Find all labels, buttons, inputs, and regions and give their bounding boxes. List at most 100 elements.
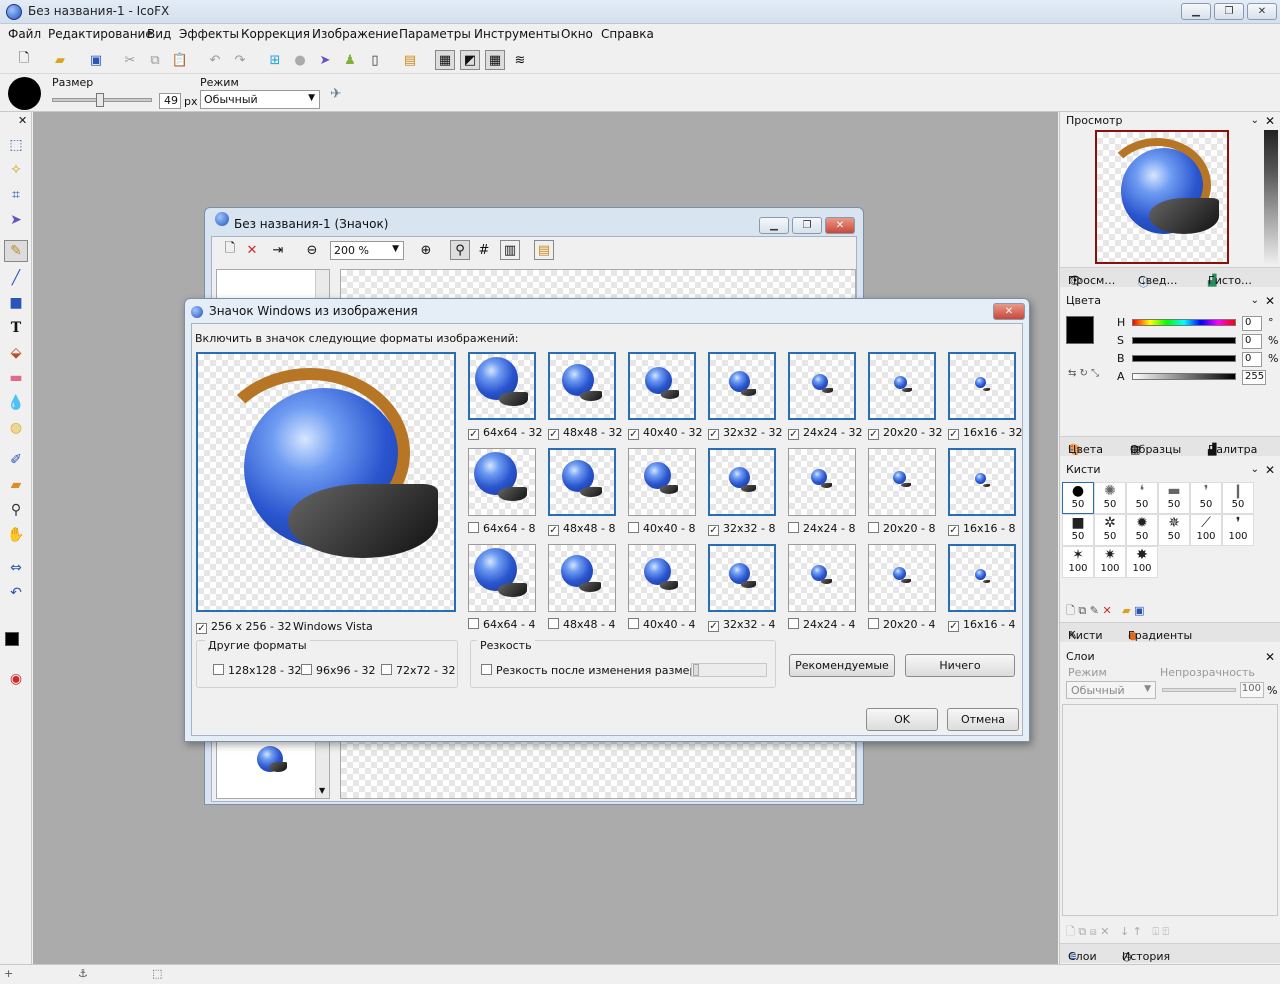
chevron-down-icon[interactable]: ⌄ — [1251, 461, 1259, 479]
format-72-checkbox[interactable]: 72x72 - 32 — [381, 664, 455, 677]
copy-icon[interactable]: ⧉ — [145, 50, 165, 70]
format-thumb[interactable] — [628, 544, 696, 612]
undo-tool-icon[interactable]: ↶ — [4, 582, 28, 604]
format-checkbox[interactable]: ✓ 16x16 - 32 — [948, 426, 1022, 440]
move-down-icon[interactable]: ↓ — [1120, 925, 1129, 938]
close-icon[interactable]: ✕ — [1265, 461, 1275, 479]
size-input[interactable]: 49 — [159, 93, 181, 109]
merge-layer-icon[interactable]: ⧈ — [1090, 925, 1097, 938]
bg-color-icon[interactable]: ◩ — [460, 50, 480, 70]
brush-cell[interactable]: ✸ 100 — [1126, 546, 1158, 578]
preview-bg-strip[interactable] — [1264, 130, 1278, 264]
menu-file[interactable]: Файл — [8, 27, 41, 41]
grid-toggle-icon[interactable]: # — [474, 240, 494, 260]
open-brush-icon[interactable]: ▰ — [1122, 604, 1130, 617]
new-layer-icon[interactable]: 🗋 — [1066, 925, 1075, 938]
format-checkbox[interactable]: ✓ 32x32 - 4 — [708, 618, 775, 632]
zoom-tool-icon[interactable]: ⚲ — [450, 240, 470, 260]
layers-list[interactable] — [1062, 704, 1278, 916]
brush-cell[interactable]: ● 50 — [1062, 482, 1094, 514]
export-layer-icon[interactable]: ⍐ — [1162, 925, 1169, 938]
zoom-select[interactable]: 200 % ▼ — [330, 241, 404, 260]
format-thumb[interactable] — [468, 352, 536, 420]
flip-icon[interactable]: ⇔ — [4, 557, 28, 579]
minimize-button[interactable]: ▁ — [1181, 3, 1211, 20]
maximize-button[interactable]: ❐ — [1214, 3, 1244, 20]
blur-icon[interactable]: 💧 — [4, 392, 28, 414]
format-checkbox[interactable]: ✓ 16x16 - 8 — [948, 522, 1015, 536]
primary-color-swatch[interactable] — [1066, 316, 1094, 344]
layers-mode-select[interactable]: Обычный ▼ — [1066, 681, 1156, 699]
import-icon[interactable]: ⍗ — [1152, 925, 1159, 938]
format-thumb[interactable] — [628, 448, 696, 516]
menu-correction[interactable]: Коррекция — [241, 27, 310, 41]
image-settings-icon[interactable]: ▤ — [534, 240, 554, 260]
format-checkbox[interactable]: 48x48 - 4 — [548, 618, 615, 631]
size-slider-thumb[interactable] — [96, 93, 104, 107]
redo-icon[interactable]: ↷ — [230, 50, 250, 70]
brush-cell[interactable]: ✵ 50 — [1158, 514, 1190, 546]
new-file-icon[interactable]: 🗋 — [14, 50, 34, 70]
channel-slider[interactable] — [1132, 355, 1236, 362]
sharpness-checkbox[interactable]: Резкость после изменения размера — [481, 664, 703, 677]
format-thumb[interactable] — [948, 352, 1016, 420]
close-button[interactable]: ✕ — [1247, 3, 1277, 20]
format-checkbox[interactable]: ✓ 32x32 - 32 — [708, 426, 782, 440]
duplicate-layer-icon[interactable]: ⧉ — [1078, 925, 1086, 938]
format-thumb[interactable] — [788, 544, 856, 612]
format-thumb[interactable] — [708, 352, 776, 420]
open-folder-icon[interactable]: ▰ — [50, 50, 70, 70]
format-96-checkbox[interactable]: 96x96 - 32 — [301, 664, 375, 677]
menu-window[interactable]: Окно — [561, 27, 593, 41]
channel-value[interactable]: 0 — [1242, 316, 1262, 331]
move-icon[interactable]: ➤ — [4, 209, 28, 231]
layers-opacity-slider[interactable] — [1162, 688, 1236, 692]
cursor-icon[interactable]: ➤ — [315, 50, 335, 70]
channel-value[interactable]: 0 — [1242, 352, 1262, 367]
brush-cell[interactable]: ▬ 50 — [1158, 482, 1190, 514]
brush-cell[interactable]: ❙ 50 — [1222, 482, 1254, 514]
apple-icon[interactable]: ● — [290, 50, 310, 70]
format-checkbox[interactable]: 64x64 - 8 — [468, 522, 535, 535]
menu-help[interactable]: Справка — [601, 27, 654, 41]
format-thumb[interactable] — [548, 544, 616, 612]
line-icon[interactable]: ╱ — [4, 267, 28, 289]
mode-select[interactable]: Обычный ▼ — [200, 90, 320, 109]
rectangle-icon[interactable]: ■ — [4, 292, 28, 314]
save-brush-icon[interactable]: ▣ — [1134, 604, 1144, 617]
hand-icon[interactable]: ✋ — [4, 524, 28, 546]
format-thumb[interactable] — [468, 544, 536, 612]
save-icon[interactable]: ▣ — [86, 50, 106, 70]
brush-cell[interactable]: ✲ 50 — [1094, 514, 1126, 546]
menu-effects[interactable]: Эффекты — [179, 27, 239, 41]
ruler-icon[interactable]: ▰ — [4, 474, 28, 496]
preview-toggle-icon[interactable]: ▥ — [500, 240, 520, 260]
android-icon[interactable]: ♟ — [340, 50, 360, 70]
format-checkbox[interactable]: 24x24 - 4 — [788, 618, 855, 631]
checker-bg-icon[interactable]: ▦ — [435, 50, 455, 70]
zoom-icon[interactable]: ⚲ — [4, 499, 28, 521]
main-preview-256[interactable] — [196, 352, 456, 612]
format-checkbox[interactable]: ✓ 20x20 - 32 — [868, 426, 942, 440]
layers-icon[interactable]: ≋ — [510, 50, 530, 70]
grid-icon[interactable]: ▦ — [485, 50, 505, 70]
close-icon[interactable]: ✕ — [18, 114, 27, 127]
format-thumb[interactable] — [548, 352, 616, 420]
magic-wand-icon[interactable]: ✧ — [4, 159, 28, 181]
dodge-icon[interactable]: ◍ — [4, 417, 28, 439]
format-checkbox[interactable]: ✓ 16x16 - 4 — [948, 618, 1015, 632]
windows-icon[interactable]: ⊞ — [265, 50, 285, 70]
chevron-down-icon[interactable]: ⌄ — [1251, 112, 1259, 130]
eyedropper-icon[interactable]: ✐ — [4, 449, 28, 471]
sharpness-slider[interactable] — [691, 663, 767, 677]
close-icon[interactable]: ✕ — [1265, 292, 1275, 310]
format-thumb[interactable] — [948, 448, 1016, 516]
foreground-color[interactable] — [5, 632, 19, 646]
brush-cell[interactable]: ■ 50 — [1062, 514, 1094, 546]
zoom-out-icon[interactable]: ⊖ — [302, 240, 322, 260]
fill-icon[interactable]: ⬙ — [4, 342, 28, 364]
new-image-icon[interactable]: 🗋 — [220, 240, 240, 260]
antialias-icon[interactable]: ✈ — [330, 86, 342, 102]
none-button[interactable]: Ничего — [905, 654, 1015, 677]
recommended-button[interactable]: Рекомендуемые — [789, 654, 895, 677]
